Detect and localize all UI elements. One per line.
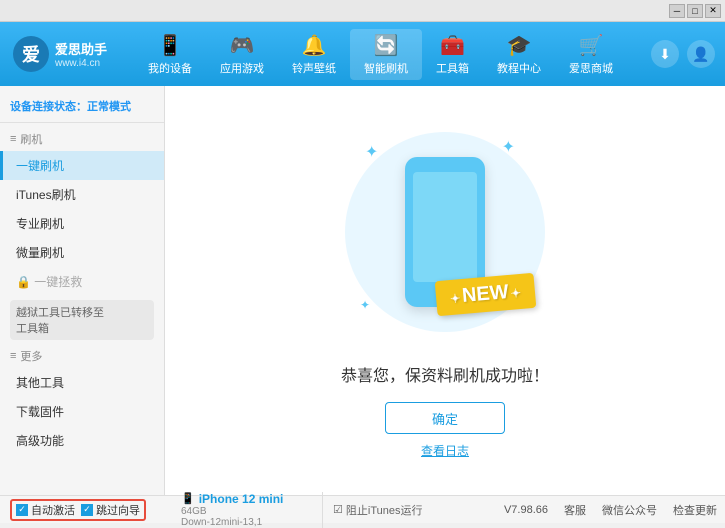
nav-tutorial[interactable]: 🎓 教程中心	[483, 33, 555, 76]
nav-ringtone[interactable]: 🔔 铃声壁纸	[278, 33, 350, 76]
sidebar: 设备连接状态：正常模式 ≡ 刷机 一键刷机 iTunes刷机 专业刷机 微量刷机…	[0, 86, 165, 495]
auto-launch-checkbox[interactable]	[16, 504, 28, 516]
main-area: 设备连接状态：正常模式 ≡ 刷机 一键刷机 iTunes刷机 专业刷机 微量刷机…	[0, 86, 725, 495]
itunes-status: ☑ 阻止iTunes运行	[323, 502, 504, 518]
nav-toolbox[interactable]: 🧰 工具箱	[422, 33, 483, 76]
header-actions: ⬇ 👤	[651, 40, 715, 68]
smart-flash-label: 智能刷机	[364, 60, 408, 76]
logo-url: www.i4.cn	[55, 58, 107, 69]
auto-launch-label: 自动激活	[31, 502, 75, 518]
nav-apps-games[interactable]: 🎮 应用游戏	[206, 33, 278, 76]
connection-status: 设备连接状态：正常模式	[0, 94, 164, 123]
maximize-btn[interactable]: □	[687, 4, 703, 18]
logo-name: 爱思助手	[55, 39, 107, 58]
sidebar-notice: 越狱工具已转移至工具箱	[10, 300, 154, 340]
download-btn[interactable]: ⬇	[651, 40, 679, 68]
via-wizard-label: 跳过向导	[96, 502, 140, 518]
ringtone-icon: 🔔	[302, 33, 327, 58]
status-value: 正常模式	[87, 101, 131, 113]
itunes-status-checkbox-icon: ☑	[333, 503, 343, 516]
via-wizard-checkbox[interactable]	[81, 504, 93, 516]
nav-my-device[interactable]: 📱 我的设备	[134, 33, 206, 76]
sidebar-item-fix-flash[interactable]: 微量刷机	[0, 238, 164, 267]
nav-buy-store[interactable]: 🛒 爱思商城	[555, 33, 627, 76]
sidebar-item-advanced[interactable]: 高级功能	[0, 426, 164, 455]
auto-launch-checkbox-item[interactable]: 自动激活	[16, 502, 75, 518]
customer-service-link[interactable]: 客服	[564, 502, 586, 518]
header: 爱 爱思助手 www.i4.cn 📱 我的设备 🎮 应用游戏 🔔 铃声壁纸 🔄 …	[0, 22, 725, 86]
sparkle-2: ✦	[502, 137, 515, 157]
checkbox-highlight-box: 自动激活 跳过向导	[10, 499, 146, 521]
my-device-icon: 📱	[158, 33, 183, 58]
new-badge: NEW	[435, 273, 536, 316]
check-update-link[interactable]: 检查更新	[673, 502, 717, 518]
sparkle-3: ✦	[360, 298, 370, 312]
title-bar: ─ □ ✕	[0, 0, 725, 22]
close-btn[interactable]: ✕	[705, 4, 721, 18]
apps-games-label: 应用游戏	[220, 60, 264, 76]
device-info: 📱 iPhone 12 mini 64GB Down-12mini-13,1	[173, 492, 323, 528]
sparkle-1: ✦	[365, 142, 378, 162]
version-label: V7.98.66	[504, 504, 548, 516]
toolbox-label: 工具箱	[436, 60, 469, 76]
confirm-button[interactable]: 确定	[385, 402, 505, 434]
tutorial-label: 教程中心	[497, 60, 541, 76]
section-flash: ≡ 刷机	[0, 127, 164, 151]
toolbox-icon: 🧰	[440, 33, 465, 58]
bottom-bar: 自动激活 跳过向导 📱 iPhone 12 mini 64GB Down-12m…	[0, 495, 725, 523]
sidebar-item-rescue: 🔒 一键拯救	[0, 267, 164, 296]
sidebar-item-download-firmware[interactable]: 下载固件	[0, 397, 164, 426]
section-more-label: 更多	[20, 348, 42, 364]
status-label: 设备连接状态：	[10, 101, 87, 113]
sidebar-item-other-tools[interactable]: 其他工具	[0, 368, 164, 397]
phone-illustration: ✦ ✦ ✦ NEW	[345, 122, 545, 342]
buy-store-icon: 🛒	[579, 33, 604, 58]
section-flash-label: 刷机	[20, 131, 42, 147]
buy-store-label: 爱思商城	[569, 60, 613, 76]
bottom-right-section: V7.98.66 客服 微信公众号 检查更新	[504, 502, 717, 518]
nav-smart-flash[interactable]: 🔄 智能刷机	[350, 29, 422, 80]
logo[interactable]: 爱 爱思助手 www.i4.cn	[10, 36, 110, 72]
bottom-left-section: 自动激活 跳过向导	[8, 499, 173, 521]
smart-flash-icon: 🔄	[374, 33, 399, 58]
wechat-public-link[interactable]: 微信公众号	[602, 502, 657, 518]
section-more: ≡ 更多	[0, 344, 164, 368]
user-btn[interactable]: 👤	[687, 40, 715, 68]
content-area: ✦ ✦ ✦ NEW 恭喜您，保资料刷机成功啦！ 确定 查看日志	[165, 86, 725, 495]
section-more-icon: ≡	[10, 350, 16, 362]
minimize-btn[interactable]: ─	[669, 4, 685, 18]
ringtone-label: 铃声壁纸	[292, 60, 336, 76]
tutorial-icon: 🎓	[507, 33, 532, 58]
device-name: iPhone 12 mini	[199, 492, 284, 506]
view-log-link[interactable]: 查看日志	[421, 442, 469, 459]
phone-screen	[413, 172, 477, 282]
apps-games-icon: 🎮	[230, 33, 255, 58]
section-flash-icon: ≡	[10, 133, 16, 145]
my-device-label: 我的设备	[148, 60, 192, 76]
sidebar-item-itunes-flash[interactable]: iTunes刷机	[0, 180, 164, 209]
success-message: 恭喜您，保资料刷机成功啦！	[341, 362, 549, 386]
phone-icon: 📱	[181, 492, 195, 505]
logo-icon: 爱	[13, 36, 49, 72]
device-storage: 64GB	[181, 506, 322, 517]
nav-items: 📱 我的设备 🎮 应用游戏 🔔 铃声壁纸 🔄 智能刷机 🧰 工具箱 🎓 教程中心…	[110, 29, 651, 80]
sidebar-item-pro-flash[interactable]: 专业刷机	[0, 209, 164, 238]
itunes-status-text: 阻止iTunes运行	[346, 502, 423, 518]
device-model: Down-12mini-13,1	[181, 517, 322, 528]
sidebar-item-one-click-flash[interactable]: 一键刷机	[0, 151, 164, 180]
via-wizard-checkbox-item[interactable]: 跳过向导	[81, 502, 140, 518]
